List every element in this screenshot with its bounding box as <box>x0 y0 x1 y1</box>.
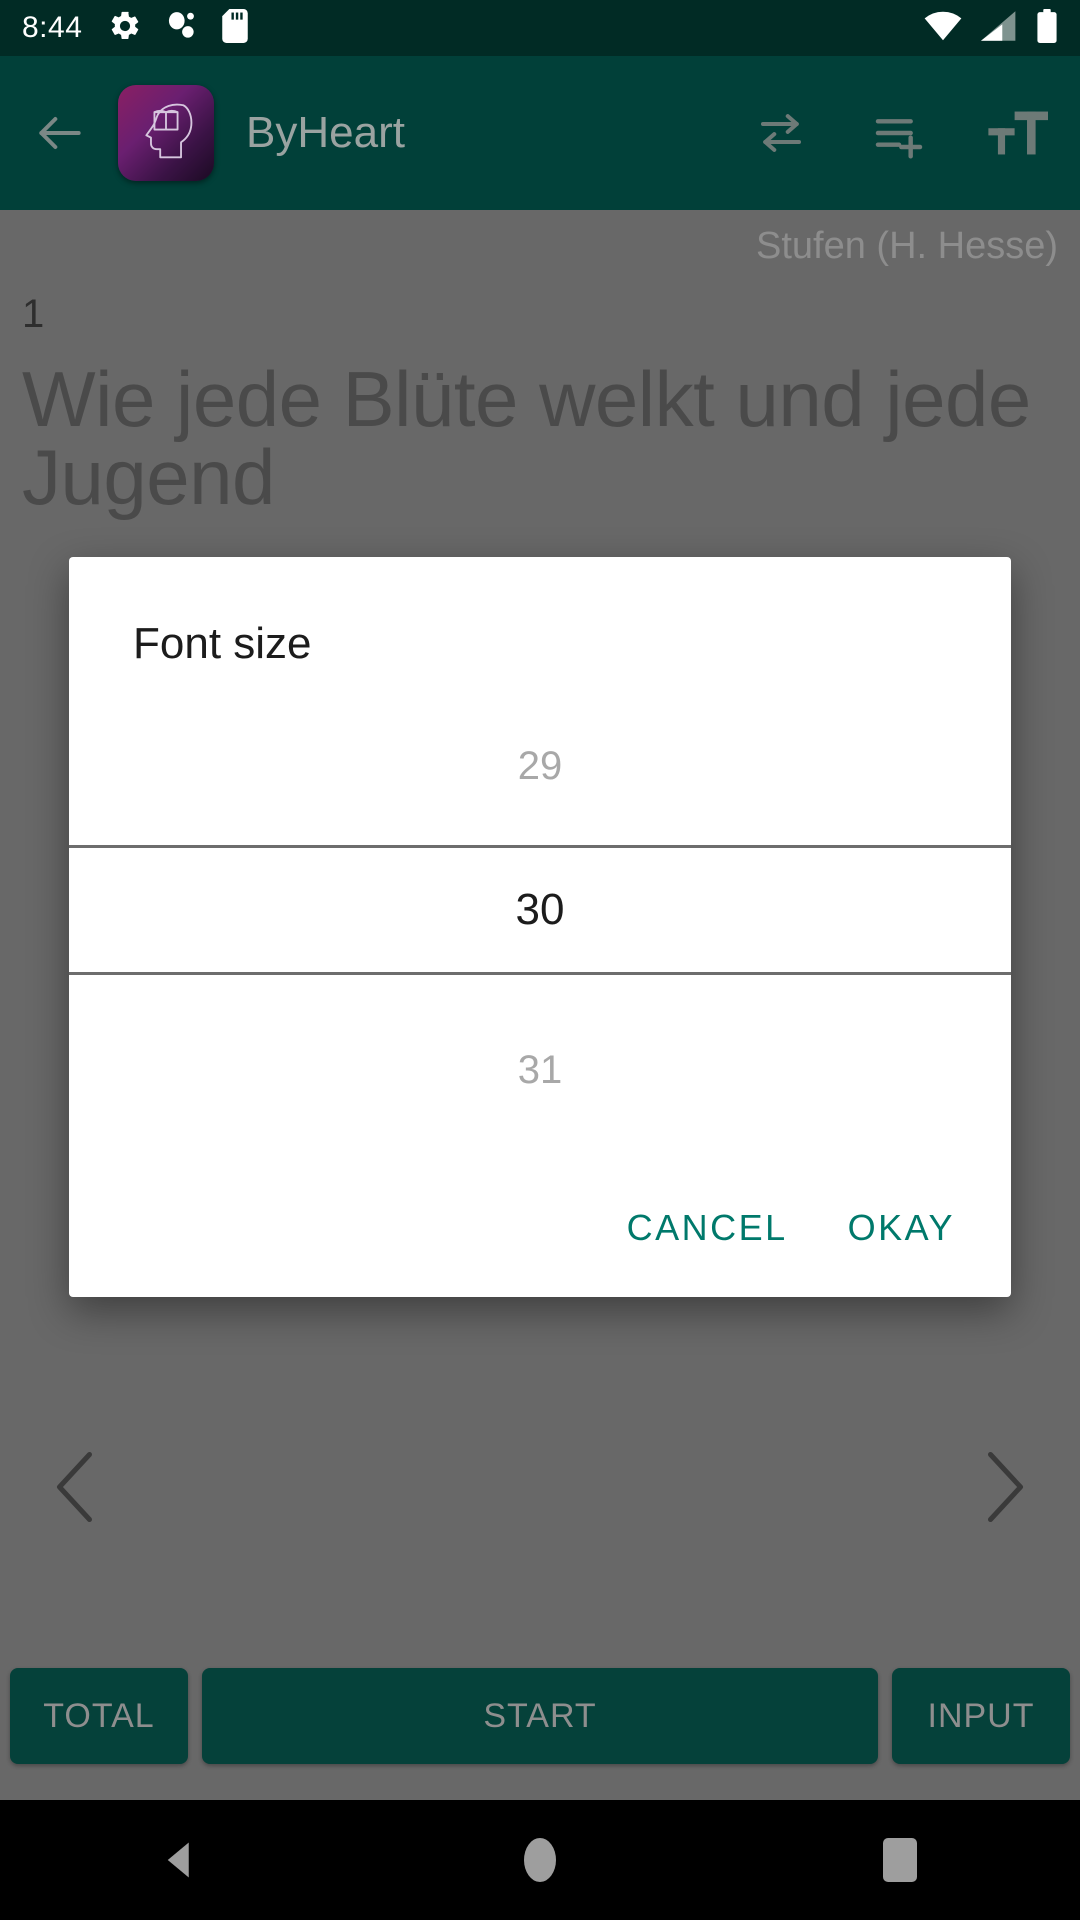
gear-icon <box>108 9 142 48</box>
next-verse-button[interactable] <box>958 1442 1048 1532</box>
app-bar-actions <box>746 98 1058 168</box>
font-size-dialog: Font size 29 30 31 CANCEL OKAY <box>69 557 1011 1297</box>
app-bar: ByHeart <box>0 56 1080 210</box>
picker-next-value[interactable]: 31 <box>69 975 1011 1166</box>
swap-icon <box>760 114 802 152</box>
picker-selected-value[interactable]: 30 <box>69 845 1011 975</box>
picker-selected-label: 30 <box>515 885 565 934</box>
nav-back-icon <box>167 1842 189 1878</box>
nav-back-button[interactable] <box>110 1800 250 1920</box>
phone-screen: 8:44 ByHeart Stufen (H. Hesse) 1 Wie jed… <box>0 0 1080 1920</box>
previous-verse-button[interactable] <box>32 1442 122 1532</box>
cancel-button[interactable]: CANCEL <box>605 1191 810 1265</box>
input-button[interactable]: INPUT <box>892 1668 1070 1764</box>
start-button[interactable]: START <box>202 1668 878 1764</box>
swap-button[interactable] <box>746 98 816 168</box>
status-clock: 8:44 <box>22 11 83 44</box>
head-with-book-logo <box>118 85 214 181</box>
bottom-action-bar: TOTAL START INPUT <box>0 1668 1080 1764</box>
nav-home-button[interactable] <box>470 1800 610 1920</box>
app-title: ByHeart <box>246 108 405 157</box>
verse-number: 1 <box>22 292 45 336</box>
nav-home-icon <box>524 1838 556 1882</box>
playlist-add-icon <box>875 119 923 159</box>
picker-previous-label: 29 <box>517 743 563 788</box>
picker-next-label: 31 <box>517 1048 563 1092</box>
format-size-icon <box>988 111 1048 155</box>
playlist-add-button[interactable] <box>864 98 934 168</box>
back-button[interactable] <box>22 95 98 171</box>
font-size-number-picker[interactable]: 29 30 31 <box>69 687 1011 1169</box>
okay-button[interactable]: OKAY <box>826 1191 977 1265</box>
sd-card-icon <box>222 8 249 48</box>
cell-signal-icon <box>981 10 1017 46</box>
total-button[interactable]: TOTAL <box>10 1668 188 1764</box>
chevron-right-icon <box>988 1452 1023 1522</box>
battery-icon <box>1036 8 1058 48</box>
verse-text: Wie jede Blüte welkt und jede Jugend <box>22 355 1031 521</box>
back-arrow-icon <box>39 117 81 149</box>
format-size-button[interactable] <box>982 98 1052 168</box>
status-left-icons <box>108 8 249 48</box>
nav-recents-button[interactable] <box>830 1800 970 1920</box>
wifi-icon <box>924 11 962 46</box>
android-navigation-bar <box>0 1800 1080 1920</box>
chevron-left-icon <box>57 1452 92 1522</box>
picker-previous-value[interactable]: 29 <box>69 687 1011 845</box>
dialog-title: Font size <box>133 619 312 668</box>
poem-source: Stufen (H. Hesse) <box>756 225 1058 267</box>
status-bar: 8:44 <box>0 0 1080 56</box>
bubbles-icon <box>166 9 198 48</box>
nav-recents-icon <box>883 1838 917 1882</box>
status-right-icons <box>924 8 1058 48</box>
dialog-actions: CANCEL OKAY <box>605 1191 977 1265</box>
